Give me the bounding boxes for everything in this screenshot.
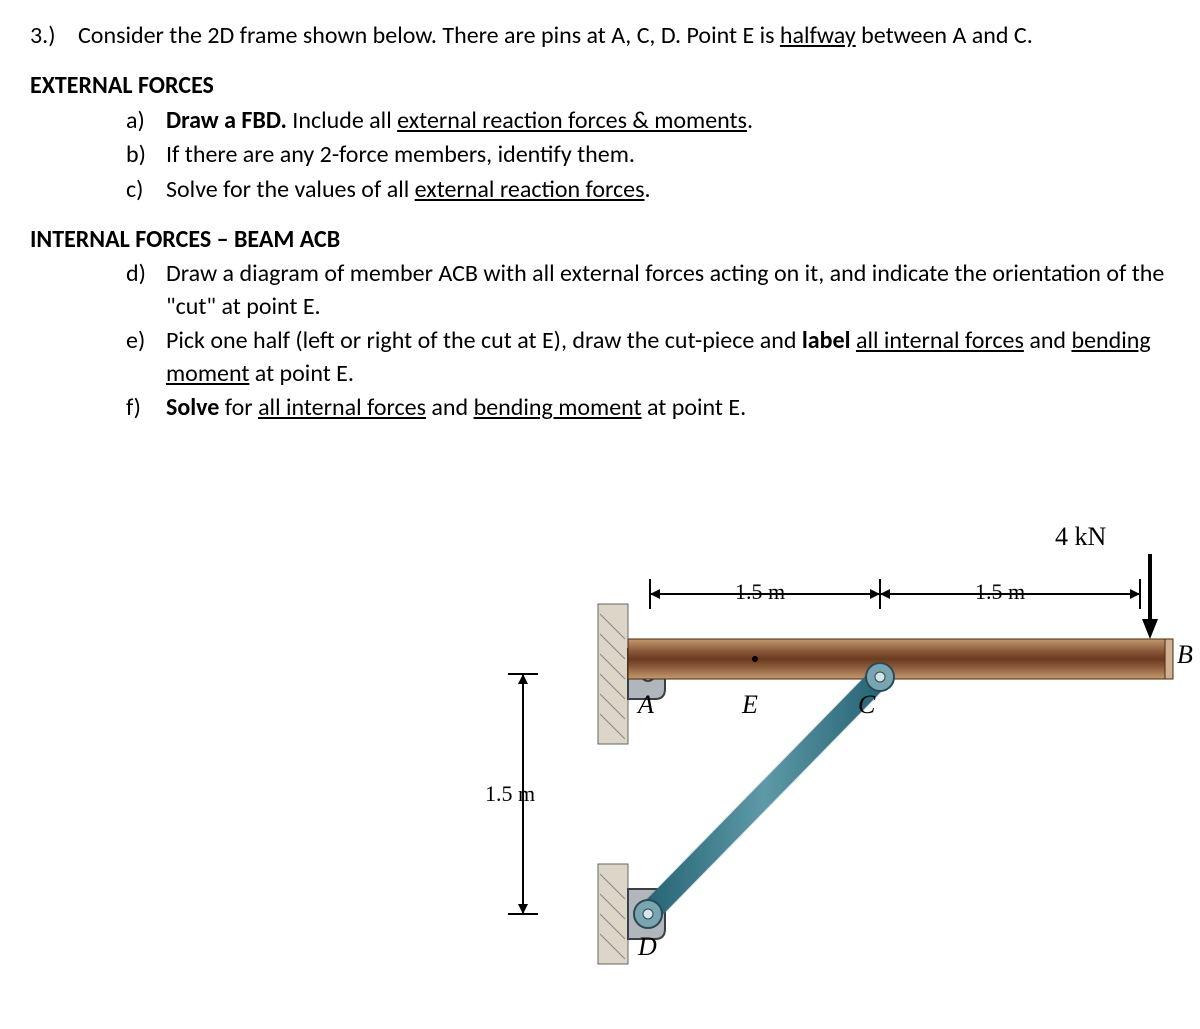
item-text: Draw a diagram of member ACB with all ex… bbox=[166, 258, 1170, 323]
section-internal-list: d)Draw a diagram of member ACB with all … bbox=[30, 258, 1170, 424]
section-external-list: a)Draw a FBD. Include all external react… bbox=[30, 105, 1170, 206]
list-item: d)Draw a diagram of member ACB with all … bbox=[126, 258, 1170, 323]
section-external-header: EXTERNAL FORCES bbox=[30, 70, 1170, 102]
item-letter: b) bbox=[126, 139, 166, 171]
question-number: 3.) bbox=[30, 20, 78, 52]
intro-text-2: between A and C. bbox=[856, 21, 1033, 50]
label-B: B bbox=[1177, 637, 1193, 672]
dim-cb: 1.5 m bbox=[975, 577, 1025, 607]
item-letter: e) bbox=[126, 325, 166, 390]
intro-text-1: Consider the 2D frame shown below. There… bbox=[78, 21, 780, 50]
item-letter: f) bbox=[126, 392, 166, 424]
item-text: Solve for the values of all external rea… bbox=[166, 174, 1170, 206]
section-internal-header: INTERNAL FORCES – BEAM ACB bbox=[30, 224, 1170, 256]
force-label: 4 kN bbox=[1055, 519, 1106, 554]
question-text: Consider the 2D frame shown below. There… bbox=[78, 20, 1170, 52]
list-item: f)Solve for all internal forces and bend… bbox=[126, 392, 1170, 424]
list-item: c)Solve for the values of all external r… bbox=[126, 174, 1170, 206]
item-text: If there are any 2-force members, identi… bbox=[166, 139, 1170, 171]
list-item: b)If there are any 2-force members, iden… bbox=[126, 139, 1170, 171]
list-item: e)Pick one half (left or right of the cu… bbox=[126, 325, 1170, 390]
item-text: Solve for all internal forces and bendin… bbox=[166, 392, 1170, 424]
frame-diagram: 4 kN 1.5 m 1.5 m 1.5 m A E C B D bbox=[460, 519, 1190, 969]
label-E: E bbox=[742, 687, 758, 722]
label-A: A bbox=[638, 687, 654, 722]
label-D: D bbox=[638, 929, 657, 964]
dim-ac: 1.5 m bbox=[735, 577, 785, 607]
item-text: Draw a FBD. Include all external reactio… bbox=[166, 105, 1170, 137]
label-C: C bbox=[858, 687, 875, 722]
diagram-svg bbox=[460, 519, 1190, 969]
item-letter: d) bbox=[126, 258, 166, 323]
item-letter: a) bbox=[126, 105, 166, 137]
problem-intro: 3.) Consider the 2D frame shown below. T… bbox=[30, 20, 1170, 52]
item-letter: c) bbox=[126, 174, 166, 206]
item-text: Pick one half (left or right of the cut … bbox=[166, 325, 1170, 390]
list-item: a)Draw a FBD. Include all external react… bbox=[126, 105, 1170, 137]
intro-underlined: halfway bbox=[780, 21, 856, 50]
dim-ad: 1.5 m bbox=[485, 779, 535, 809]
